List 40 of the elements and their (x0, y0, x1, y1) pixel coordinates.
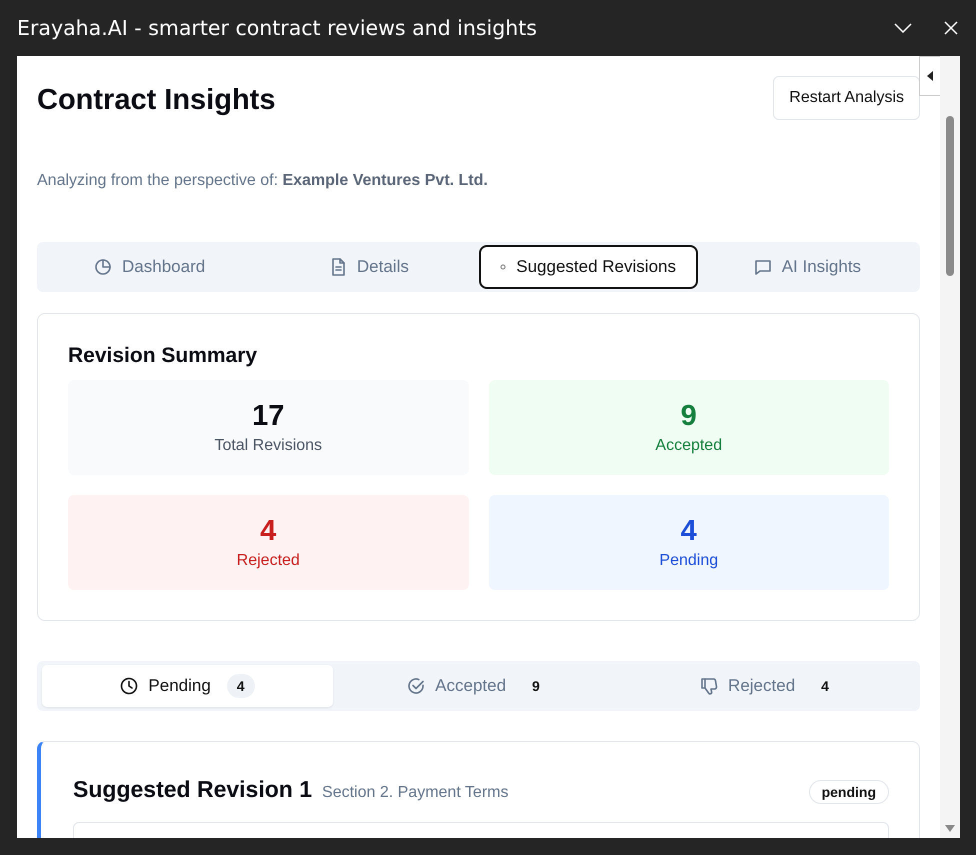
filter-tab[interactable]: Rejected 4 (624, 665, 915, 707)
stat-value: 4 (260, 515, 276, 548)
thumbs-down-icon (700, 677, 718, 695)
tab[interactable]: AI Insights (698, 245, 917, 289)
filter-label: Accepted (435, 676, 506, 696)
stat-label: Rejected (236, 552, 300, 570)
clock-icon (120, 677, 138, 695)
revision-title: Suggested Revision 1 (73, 776, 312, 803)
filter-label: Pending (148, 676, 211, 696)
stat-value: 4 (680, 515, 697, 548)
stat-value: 9 (680, 400, 697, 433)
count-badge: 4 (226, 674, 255, 698)
stat-label: Total Revisions (214, 437, 322, 455)
dot-icon (500, 264, 506, 270)
tab[interactable]: Suggested Revisions (478, 245, 698, 289)
filter-tab[interactable]: Pending 4 (42, 665, 333, 707)
window-title: Erayaha.AI - smarter contract reviews and insights (17, 16, 538, 40)
section-title: Revision Summary (68, 344, 258, 368)
page-title: Contract Insights (37, 84, 276, 117)
stat-label: Pending (659, 552, 718, 570)
restart-analysis-button[interactable]: Restart Analysis (773, 76, 920, 120)
stat-value: 17 (252, 400, 284, 433)
filter-tab[interactable]: Accepted 9 (333, 665, 624, 707)
scrollbar[interactable] (940, 56, 960, 838)
close-icon[interactable] (944, 21, 958, 35)
count-label: 4 (820, 677, 830, 696)
scrollbar-thumb[interactable] (946, 116, 954, 276)
filter-label: Rejected (728, 676, 796, 696)
section-label: Section 2. Payment Terms (322, 784, 508, 802)
tab[interactable]: Dashboard (40, 245, 260, 289)
scroll-down-icon[interactable] (945, 825, 955, 832)
check-circle-icon (407, 677, 426, 695)
pie-chart-icon (94, 258, 112, 276)
perspective-text: Analyzing from the perspective of: Example Ventures Pvt. Ltd. (37, 172, 489, 190)
count-label: 9 (531, 677, 541, 696)
tab[interactable]: Details (259, 245, 478, 289)
chat-bubble-icon (754, 258, 772, 276)
stat-label: Accepted (655, 437, 722, 455)
status-badge: pending (808, 780, 889, 804)
chevron-down-icon[interactable] (894, 23, 912, 33)
